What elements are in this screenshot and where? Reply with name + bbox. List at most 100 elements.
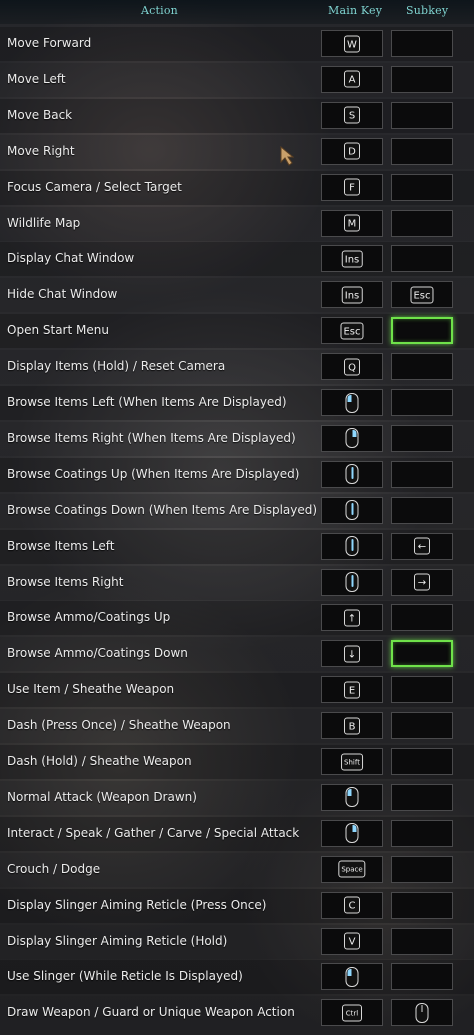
action-label: Display Items (Hold) / Reset Camera [7,359,226,374]
keybind-row[interactable]: Move Left A [0,62,474,97]
main-key-slot[interactable]: V [321,927,383,955]
subkey-slot-selected[interactable] [391,640,453,668]
subkey-slot[interactable] [391,999,453,1027]
main-key-slot[interactable]: Ctrl [321,999,383,1027]
main-key-slot[interactable]: Ins [321,245,383,273]
subkey-slot-selected[interactable] [391,317,453,345]
main-key-slot[interactable] [321,532,383,560]
keybind-row[interactable]: Browse Items Left ← [0,529,474,564]
subkey-slot[interactable] [391,604,453,632]
column-header: Action Main Key Subkey [0,0,474,24]
subkey-slot[interactable] [391,460,453,488]
subkey-slot[interactable] [391,927,453,955]
keybind-row[interactable]: Use Slinger (While Reticle Is Displayed) [0,960,474,995]
main-key-slot[interactable]: Esc [321,317,383,345]
action-label: Browse Items Right [7,574,124,589]
main-key-slot[interactable]: D [321,137,383,165]
mouse-wheel-down-icon [345,500,359,521]
keybind-row[interactable]: Move Right D [0,134,474,169]
keybind-row[interactable]: Browse Coatings Up (When Items Are Displ… [0,457,474,492]
key-cap: Ins [341,286,363,304]
main-key-slot[interactable]: B [321,712,383,740]
keybind-row[interactable]: Move Forward W [0,27,474,61]
main-key-slot[interactable]: Space [321,855,383,883]
keybind-row[interactable]: Use Item / Sheathe Weapon E [0,673,474,708]
keybind-row[interactable]: Open Start Menu Esc [0,314,474,349]
subkey-slot[interactable] [391,245,453,273]
subkey-slot[interactable] [391,712,453,740]
subkey-column-header: Subkey [406,4,449,17]
key-cap: C [344,896,360,914]
main-key-slot[interactable] [321,460,383,488]
subkey-slot[interactable]: → [391,568,453,596]
main-key-slot[interactable]: W [321,30,383,57]
main-key-slot[interactable]: F [321,173,383,201]
subkey-slot[interactable] [391,101,453,129]
keybind-row[interactable]: Display Chat Window Ins [0,242,474,277]
keybind-row[interactable]: Focus Camera / Select Target F [0,170,474,205]
keybind-row[interactable]: Dash (Press Once) / Sheathe Weapon B [0,709,474,744]
action-label: Move Back [7,107,73,122]
main-key-slot[interactable]: E [321,676,383,704]
subkey-slot[interactable] [391,137,453,165]
main-key-slot[interactable]: Ins [321,281,383,309]
subkey-slot[interactable] [391,30,453,57]
subkey-slot[interactable] [391,65,453,93]
main-key-slot[interactable]: Q [321,353,383,381]
keybind-row[interactable]: Browse Coatings Down (When Items Are Dis… [0,493,474,528]
main-key-slot[interactable] [321,389,383,416]
keybind-row[interactable]: Crouch / Dodge Space [0,852,474,887]
subkey-slot[interactable] [391,891,453,919]
subkey-slot[interactable] [391,353,453,381]
main-key-slot[interactable] [321,496,383,524]
key-cap: ↑ [344,609,360,627]
subkey-slot[interactable] [391,748,453,775]
keybind-row[interactable]: Browse Ammo/Coatings Up ↑ [0,601,474,636]
key-cap: V [344,932,360,950]
action-label: Browse Coatings Down (When Items Are Dis… [7,502,318,517]
subkey-slot[interactable]: Esc [391,281,453,309]
subkey-slot[interactable]: ← [391,532,453,560]
keybind-row[interactable]: Wildlife Map M [0,206,474,241]
subkey-slot[interactable] [391,389,453,416]
subkey-slot[interactable] [391,783,453,811]
main-key-slot[interactable]: Shift [321,748,383,775]
keybind-row[interactable]: Browse Items Right → [0,565,474,600]
keybind-row[interactable]: Browse Items Right (When Items Are Displ… [0,421,474,456]
key-cap: Shift [341,753,363,770]
subkey-slot[interactable] [391,676,453,704]
keybind-row[interactable]: Move Back S [0,98,474,133]
action-column-header: Action [141,4,178,17]
main-key-slot[interactable]: M [321,209,383,237]
keybind-row[interactable]: Draw Weapon / Guard or Unique Weapon Act… [0,996,474,1031]
subkey-slot[interactable] [391,424,453,452]
action-label: Browse Ammo/Coatings Up [7,610,171,625]
keybind-row[interactable]: Browse Ammo/Coatings Down ↓ [0,637,474,672]
subkey-slot[interactable] [391,209,453,237]
main-key-slot[interactable] [321,568,383,596]
main-key-slot[interactable] [321,963,383,991]
subkey-slot[interactable] [391,963,453,991]
main-key-slot[interactable]: A [321,65,383,93]
action-label: Browse Items Right (When Items Are Displ… [7,430,296,445]
main-key-slot[interactable] [321,424,383,452]
main-key-slot[interactable] [321,783,383,811]
main-key-slot[interactable]: ↓ [321,640,383,668]
main-key-slot[interactable] [321,819,383,847]
key-cap: W [344,35,360,52]
keybind-row[interactable]: Normal Attack (Weapon Drawn) [0,780,474,815]
subkey-slot[interactable] [391,819,453,847]
keybind-row[interactable]: Browse Items Left (When Items Are Displa… [0,386,474,420]
keybind-row[interactable]: Display Items (Hold) / Reset Camera Q [0,350,474,385]
main-key-slot[interactable]: C [321,891,383,919]
main-key-slot[interactable]: ↑ [321,604,383,632]
keybind-row[interactable]: Interact / Speak / Gather / Carve / Spec… [0,816,474,851]
keybind-row[interactable]: Dash (Hold) / Sheathe Weapon Shift [0,745,474,779]
keybind-row[interactable]: Display Slinger Aiming Reticle (Hold) V [0,924,474,959]
subkey-slot[interactable] [391,173,453,201]
keybind-row[interactable]: Display Slinger Aiming Reticle (Press On… [0,888,474,923]
subkey-slot[interactable] [391,855,453,883]
subkey-slot[interactable] [391,496,453,524]
keybind-row[interactable]: Hide Chat Window Ins Esc [0,278,474,313]
main-key-slot[interactable]: S [321,101,383,129]
